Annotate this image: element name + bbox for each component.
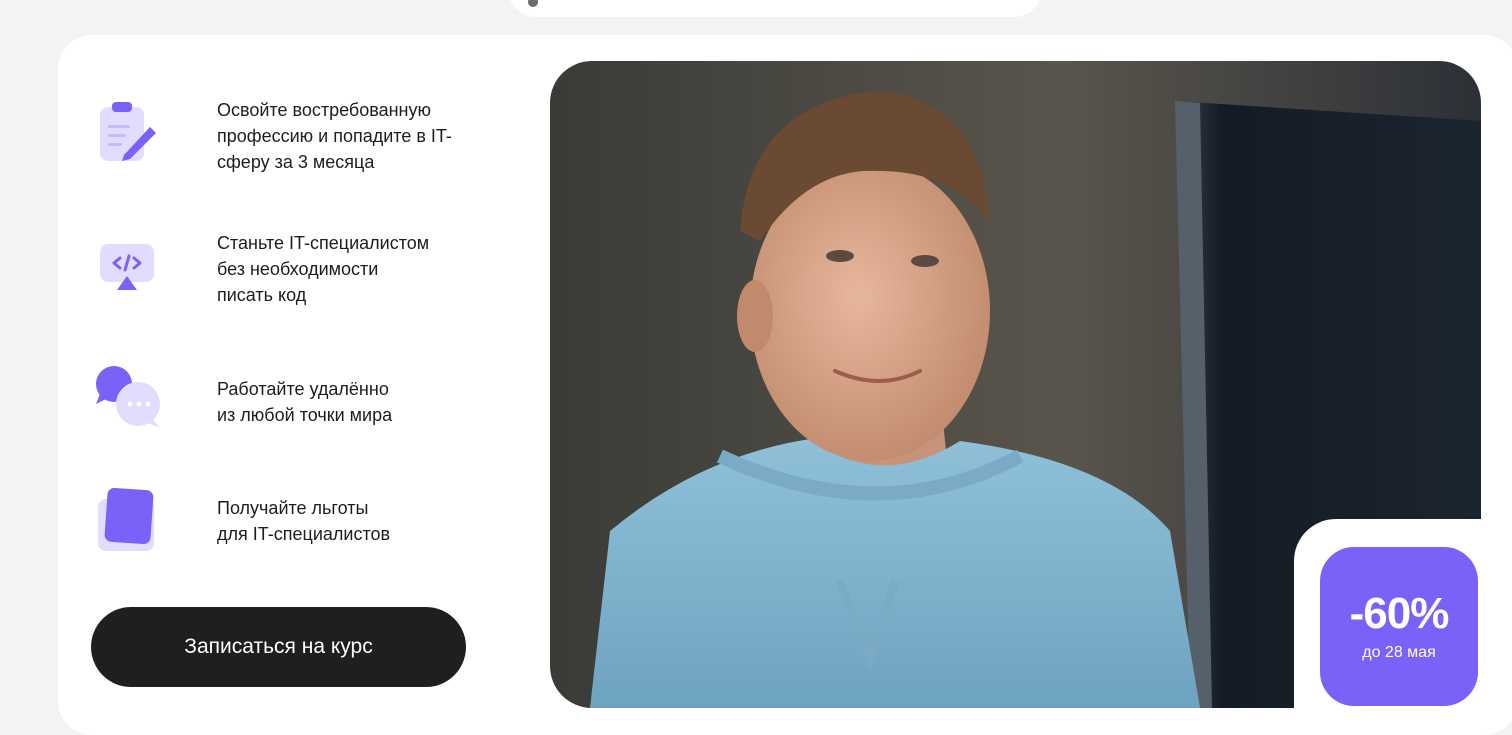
discount-percent: -60% (1349, 588, 1450, 638)
clipboard-pencil-icon (100, 102, 156, 161)
feature-text: Получайте льготы для IT-специалистов (217, 498, 391, 544)
chat-bubbles-icon (96, 366, 160, 428)
feature-item-no-code: Станьте IT-специалистом без необходимост… (94, 230, 454, 305)
feature-text: Работайте удалённо из любой точки мира (217, 379, 393, 425)
code-monitor-icon (100, 244, 154, 290)
feature-text: Освойте востребованную профессию и попад… (217, 100, 452, 172)
discount-badge: -60% до 28 мая (1320, 547, 1478, 706)
feature-item-profession: Освойте востребованную профессию и попад… (94, 97, 454, 172)
folder-card-icon (98, 487, 154, 551)
gear-icon (528, 0, 538, 7)
discount-deadline: до 28 мая (1362, 643, 1436, 661)
feature-text: Станьте IT-специалистом без необходимост… (217, 233, 430, 305)
course-promo-card: Освойте востребованную профессию и попад… (58, 35, 1512, 735)
feature-item-remote: Работайте удалённо из любой точки мира (94, 362, 454, 432)
enroll-course-button[interactable]: Записаться на курс (91, 607, 466, 687)
top-banner-pill (508, 0, 1042, 17)
feature-item-benefits: Получайте льготы для IT-специалистов (94, 487, 454, 557)
